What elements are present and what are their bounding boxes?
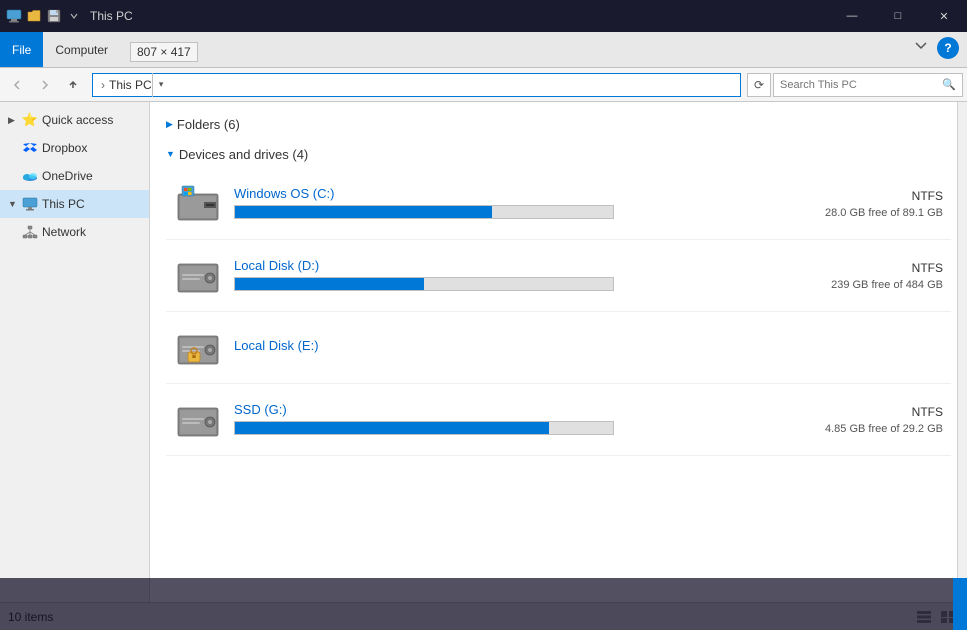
address-bar: › This PC ▾ ⟳ 🔍 xyxy=(0,68,967,102)
chevron-down-icon: ▼ xyxy=(8,199,18,209)
desktop-bottom xyxy=(0,578,967,630)
search-icon: 🔍 xyxy=(942,78,956,91)
up-button[interactable] xyxy=(60,72,86,98)
drive-g-space: 4.85 GB free of 29.2 GB xyxy=(783,423,943,435)
drive-c-filesystem: NTFS xyxy=(783,189,943,203)
drive-c-bar xyxy=(234,205,614,219)
ribbon-tab-file[interactable]: File xyxy=(0,32,43,67)
devices-section-title: Devices and drives (4) xyxy=(179,147,308,162)
search-box[interactable]: 🔍 xyxy=(773,73,963,97)
drive-d-filesystem: NTFS xyxy=(783,261,943,275)
address-path[interactable]: › This PC ▾ xyxy=(92,73,741,97)
sidebar-item-onedrive[interactable]: OneDrive xyxy=(0,162,149,190)
back-button[interactable] xyxy=(4,72,30,98)
drive-e-fs-info xyxy=(783,346,943,350)
chevron-right-icon: ▶ xyxy=(8,115,18,126)
drive-c-fs-info: NTFS 28.0 GB free of 89.1 GB xyxy=(783,189,943,219)
folders-chevron-icon: ▶ xyxy=(166,119,173,130)
folders-section: ▶ Folders (6) xyxy=(166,110,951,138)
folders-section-title: Folders (6) xyxy=(177,117,240,132)
drive-icon-c xyxy=(174,180,222,228)
main-layout: ▶ ⭐ Quick access Dropbox OneDrive xyxy=(0,102,967,602)
drive-g-fill xyxy=(235,422,549,434)
drive-g-fs-info: NTFS 4.85 GB free of 29.2 GB xyxy=(783,405,943,435)
address-dropdown-btn[interactable]: ▾ xyxy=(152,73,170,97)
search-input[interactable] xyxy=(780,79,938,91)
drive-g-filesystem: NTFS xyxy=(783,405,943,419)
dropbox-icon xyxy=(22,140,38,156)
scrollbar[interactable] xyxy=(957,102,967,602)
save-icon xyxy=(46,8,62,24)
drive-e-name: Local Disk (E:) xyxy=(234,338,771,353)
refresh-button[interactable]: ⟳ xyxy=(747,73,771,97)
drive-item-e[interactable]: Local Disk (E:) xyxy=(166,312,951,384)
devices-section-header[interactable]: ▼ Devices and drives (4) xyxy=(166,140,951,168)
window-controls: — □ ✕ xyxy=(829,0,967,32)
drive-c-details: Windows OS (C:) xyxy=(234,186,771,221)
help-button[interactable]: ? xyxy=(937,37,959,59)
minimize-button[interactable]: — xyxy=(829,0,875,32)
folder-icon xyxy=(26,8,42,24)
drive-d-name: Local Disk (D:) xyxy=(234,258,771,273)
drive-d-fill xyxy=(235,278,424,290)
title-bar-left: This PC xyxy=(0,8,133,24)
devices-chevron-icon: ▼ xyxy=(166,149,175,159)
drive-d-fs-info: NTFS 239 GB free of 484 GB xyxy=(783,261,943,291)
close-button[interactable]: ✕ xyxy=(921,0,967,32)
computer-icon xyxy=(22,196,38,212)
size-tooltip: 807 × 417 xyxy=(130,42,198,62)
drive-d-bar xyxy=(234,277,614,291)
network-icon xyxy=(22,224,38,240)
drive-g-name: SSD (G:) xyxy=(234,402,771,417)
drive-item-c[interactable]: Windows OS (C:) NTFS 28.0 GB free of 89.… xyxy=(166,168,951,240)
taskbar-accent xyxy=(953,578,967,630)
drive-g-details: SSD (G:) xyxy=(234,402,771,437)
drive-icon-e xyxy=(174,324,222,372)
drive-icon-g xyxy=(174,396,222,444)
folders-section-header[interactable]: ▶ Folders (6) xyxy=(166,110,951,138)
forward-button[interactable] xyxy=(32,72,58,98)
drive-item-d[interactable]: Local Disk (D:) NTFS 239 GB free of 484 … xyxy=(166,240,951,312)
pc-icon xyxy=(6,8,22,24)
dropdown-arrow-icon xyxy=(66,8,82,24)
sidebar-item-dropbox[interactable]: Dropbox xyxy=(0,134,149,162)
window-title: This PC xyxy=(90,9,133,23)
ribbon-dropdown-btn[interactable] xyxy=(913,37,929,58)
content-area: ▶ Folders (6) ▼ Devices and drives (4) xyxy=(150,102,967,602)
drive-icon-d xyxy=(174,252,222,300)
star-icon: ⭐ xyxy=(22,112,38,128)
sidebar-item-this-pc[interactable]: ▼ This PC xyxy=(0,190,149,218)
ribbon-tab-computer[interactable]: Computer xyxy=(43,32,120,67)
drive-d-space: 239 GB free of 484 GB xyxy=(783,279,943,291)
sidebar-item-quick-access[interactable]: ▶ ⭐ Quick access xyxy=(0,106,149,134)
drive-item-g[interactable]: SSD (G:) NTFS 4.85 GB free of 29.2 GB xyxy=(166,384,951,456)
path-arrow: › xyxy=(101,78,105,92)
maximize-button[interactable]: □ xyxy=(875,0,921,32)
title-bar: This PC 807 × 417 — □ ✕ xyxy=(0,0,967,32)
drive-c-name: Windows OS (C:) xyxy=(234,186,771,201)
devices-section: ▼ Devices and drives (4) xyxy=(166,140,951,456)
drive-c-fill xyxy=(235,206,492,218)
drive-g-bar xyxy=(234,421,614,435)
sidebar: ▶ ⭐ Quick access Dropbox OneDrive xyxy=(0,102,150,602)
drive-c-space: 28.0 GB free of 89.1 GB xyxy=(783,207,943,219)
sidebar-item-network[interactable]: Network xyxy=(0,218,149,246)
drive-d-details: Local Disk (D:) xyxy=(234,258,771,293)
path-text: This PC xyxy=(109,78,152,92)
drive-e-details: Local Disk (E:) xyxy=(234,338,771,357)
onedrive-icon xyxy=(22,168,38,184)
